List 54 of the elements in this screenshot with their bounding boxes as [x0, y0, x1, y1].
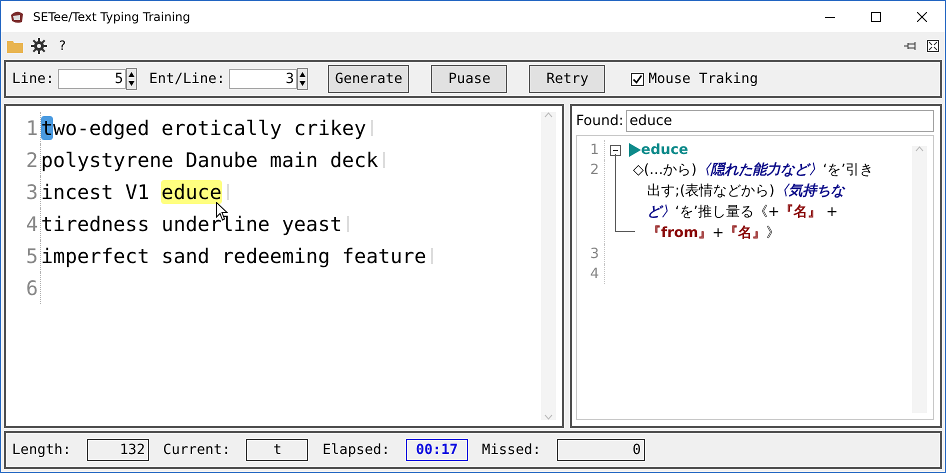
close-icon — [917, 12, 927, 22]
status-value: t — [246, 439, 308, 461]
maximize-icon — [871, 12, 881, 22]
status-value: 132 — [87, 439, 150, 461]
line-number: 4 — [583, 264, 605, 284]
found-field[interactable]: educe — [626, 110, 934, 132]
typing-editor[interactable]: 1 two-edged erotically crikey 2 polystyrene Danube main deck 3 incest V1 educe 4 tiredness underline yeast 5 imperfect sand redeeming feature 6 — [4, 104, 564, 428]
toolbar-button[interactable]: Generate — [328, 65, 410, 93]
line-end-mark — [380, 152, 386, 168]
checkbox-label: Mouse Traking — [648, 71, 758, 87]
status-label: Elapsed: — [322, 442, 390, 458]
line-number: 2 — [16, 144, 41, 176]
line-text: wo-edged erotically crikey — [53, 116, 366, 140]
spin-arrows-icon[interactable] — [126, 68, 138, 90]
collapse-icon[interactable] — [610, 145, 621, 156]
fullscreen-icon[interactable] — [927, 40, 939, 52]
ent-line-label: Ent/Line: — [149, 71, 226, 87]
headword: educe — [641, 141, 688, 160]
settings-icon[interactable] — [31, 38, 47, 54]
definition-text: ◇(…から)〈隠れた能力など〉‘を’引き出す;(表情などから)〈気持ちなど〉‘を’推し量る《+『名』 + 『from』+『名』》 — [633, 161, 875, 243]
toolbar-button[interactable]: Puase — [431, 65, 508, 93]
line-number: 5 — [16, 240, 41, 272]
window-title: SETee/Text Typing Training — [33, 10, 192, 24]
scrollbar[interactable] — [912, 146, 927, 413]
status-label: Current: — [163, 442, 230, 458]
line-number: 3 — [583, 244, 605, 264]
toolbar-button[interactable]: Retry — [529, 65, 606, 93]
cursor-character: t — [41, 116, 54, 140]
triangle-icon — [629, 143, 641, 157]
line-text: tiredness underline yeast — [41, 212, 342, 236]
status-value: 0 — [556, 439, 645, 461]
highlighted-word: educe — [161, 180, 222, 204]
line-number: 4 — [16, 208, 41, 240]
line-end-mark — [344, 216, 350, 232]
spin-arrows-icon[interactable] — [297, 68, 308, 90]
status-value: 00:17 — [406, 439, 468, 461]
ent-per-line-field[interactable]: 3 — [229, 69, 298, 89]
help-button[interactable]: ? — [59, 38, 66, 54]
app-icon — [9, 8, 25, 24]
status-label: Missed: — [482, 442, 541, 458]
line-number: 2 — [583, 160, 605, 244]
line-number: 1 — [583, 140, 605, 160]
line-end-mark — [368, 120, 374, 136]
line-number: 6 — [16, 272, 41, 304]
line-text: imperfect sand redeeming feature — [41, 244, 426, 268]
checkbox[interactable] — [631, 72, 644, 86]
line-number: 3 — [16, 176, 41, 208]
line-end-mark — [428, 248, 434, 264]
status-label: Length: — [12, 442, 72, 458]
line-text: polystyrene Danube main deck — [41, 148, 378, 172]
line-label: Line: — [12, 71, 54, 87]
found-label: Found: — [576, 113, 624, 129]
line-count-field[interactable]: 5 — [58, 69, 126, 89]
line-text: incest V1 — [41, 180, 150, 204]
